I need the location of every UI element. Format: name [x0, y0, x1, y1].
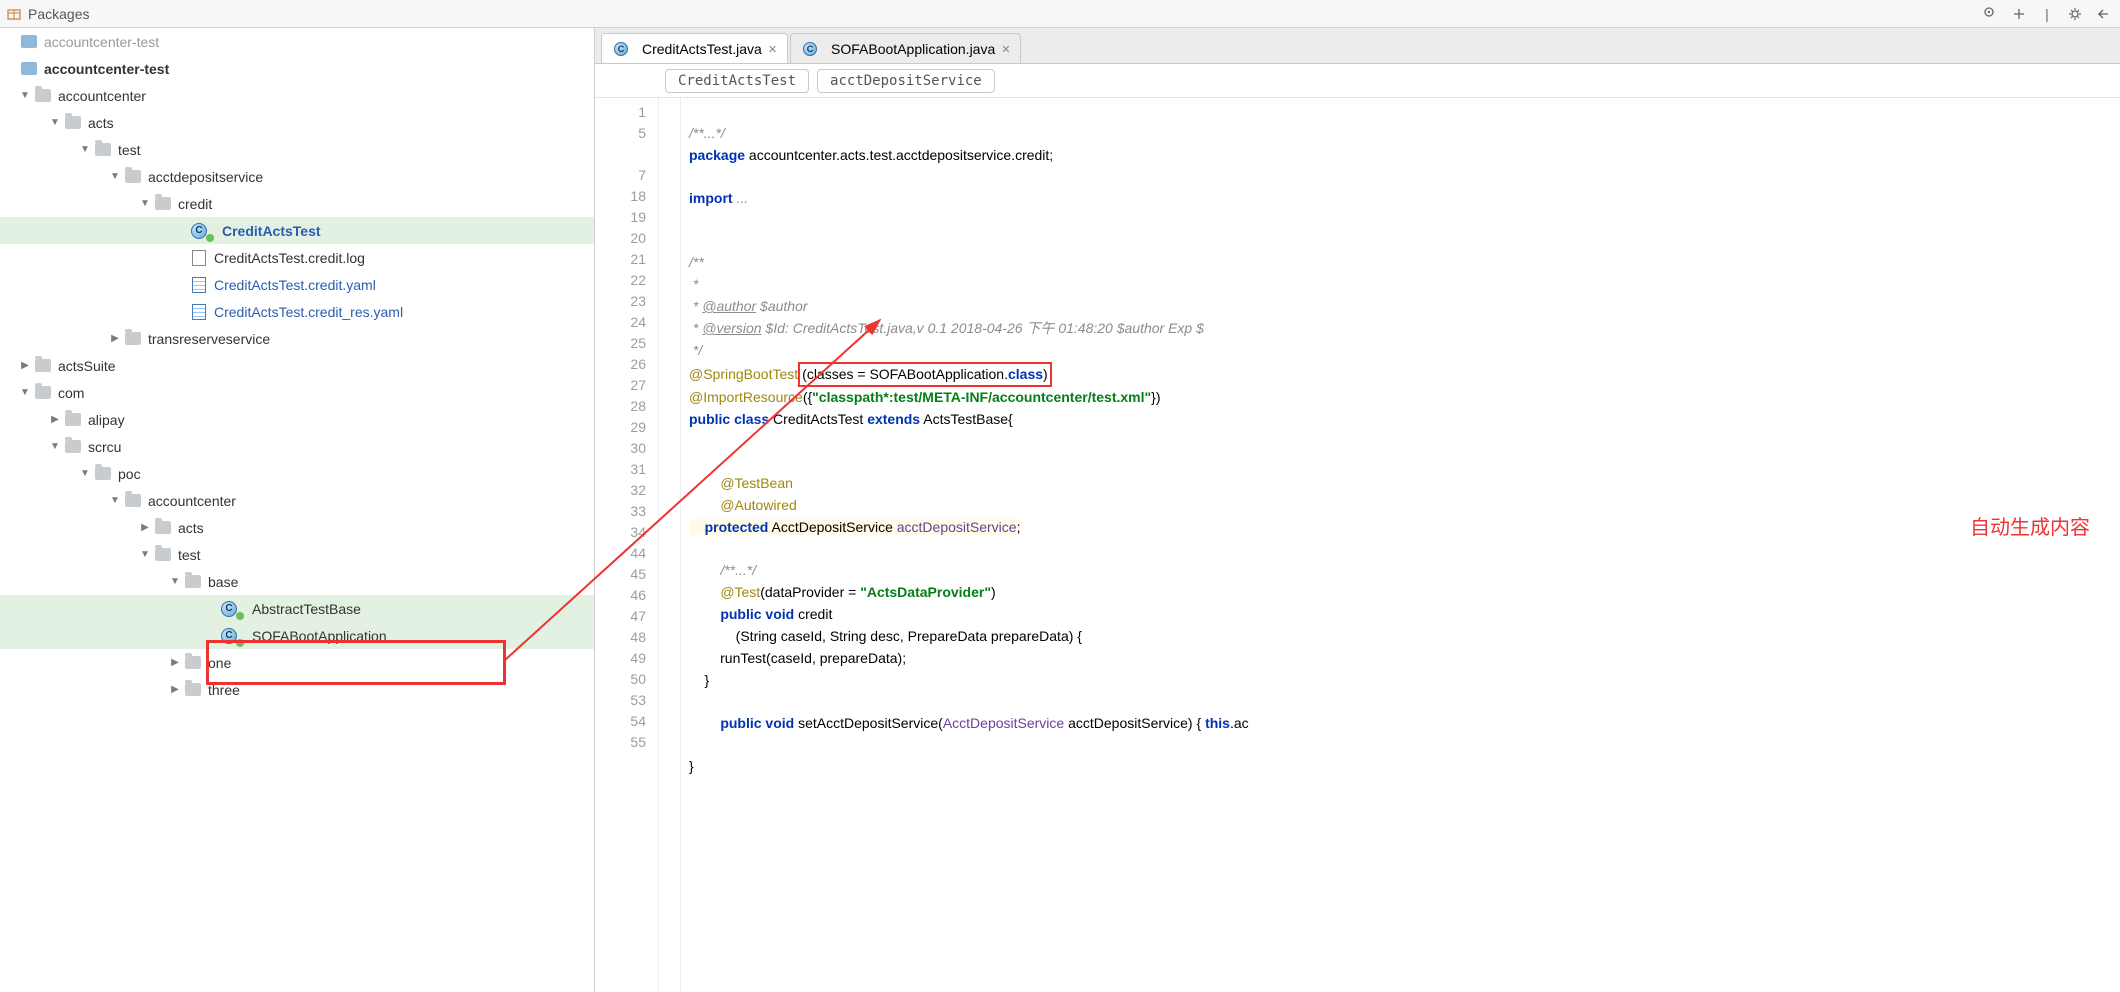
editor-tabs: C CreditActsTest.java ✕ C SOFABootApplic… — [595, 28, 2120, 64]
line-gutter: 1571819202122232425262728293031323334444… — [595, 98, 659, 992]
tree-folder[interactable]: ▶one — [0, 649, 594, 676]
tree-folder[interactable]: ▶transreserveservice — [0, 325, 594, 352]
tree-folder[interactable]: ▶alipay — [0, 406, 594, 433]
tree-module[interactable]: accountcenter-test — [0, 28, 594, 55]
tree-folder[interactable]: ▼acts — [0, 109, 594, 136]
tree-folder[interactable]: ▼test — [0, 136, 594, 163]
tree-folder[interactable]: ▶three — [0, 676, 594, 703]
tree-folder[interactable]: ▼test — [0, 541, 594, 568]
tree-folder[interactable]: ▶acts — [0, 514, 594, 541]
run-marker-icon — [236, 612, 244, 620]
tree-class[interactable]: CAbstractTestBase — [0, 595, 594, 622]
tab-label: CreditActsTest.java — [642, 41, 762, 57]
breadcrumb[interactable]: CreditActsTest — [665, 69, 809, 93]
project-tree[interactable]: accountcenter-test accountcenter-test ▼a… — [0, 28, 595, 992]
tree-folder[interactable]: ▶actsSuite — [0, 352, 594, 379]
fold-column — [659, 98, 681, 992]
tree-folder[interactable]: ▼credit — [0, 190, 594, 217]
run-marker-icon — [206, 234, 214, 242]
annotation-note: 自动生成内容 — [1970, 518, 2090, 539]
tab-sofa-boot-application[interactable]: C SOFABootApplication.java ✕ — [790, 33, 1021, 63]
tree-file[interactable]: CreditActsTest.credit_res.yaml — [0, 298, 594, 325]
tree-file[interactable]: CreditActsTest.credit.yaml — [0, 271, 594, 298]
tree-folder[interactable]: ▼poc — [0, 460, 594, 487]
separator-icon: | — [2036, 3, 2058, 25]
settings-icon[interactable] — [2064, 3, 2086, 25]
close-icon[interactable]: ✕ — [768, 43, 777, 56]
package-icon — [6, 6, 22, 22]
main-split: accountcenter-test accountcenter-test ▼a… — [0, 28, 2120, 992]
tree-class[interactable]: CCreditActsTest — [0, 217, 594, 244]
tree-module[interactable]: accountcenter-test — [0, 55, 594, 82]
tree-file[interactable]: CreditActsTest.credit.log — [0, 244, 594, 271]
breadcrumb[interactable]: acctDepositService — [817, 69, 995, 93]
expand-button[interactable] — [2008, 3, 2030, 25]
run-marker-icon — [236, 639, 244, 647]
project-toolbar: Packages | — [0, 0, 2120, 28]
toolbar-title: Packages — [28, 6, 89, 22]
breadcrumb-bar: CreditActsTest acctDepositService — [595, 64, 2120, 98]
tab-label: SOFABootApplication.java — [831, 41, 995, 57]
tree-class-sofa[interactable]: CSOFABootApplication — [0, 622, 594, 649]
tree-folder[interactable]: ▼accountcenter — [0, 82, 594, 109]
code-wrap: 1571819202122232425262728293031323334444… — [595, 98, 2120, 992]
tab-credit-acts-test[interactable]: C CreditActsTest.java ✕ — [601, 33, 788, 63]
tree-folder[interactable]: ▼scrcu — [0, 433, 594, 460]
close-icon[interactable]: ✕ — [1001, 43, 1010, 56]
editor-area: C CreditActsTest.java ✕ C SOFABootApplic… — [595, 28, 2120, 992]
tree-folder[interactable]: ▼acctdepositservice — [0, 163, 594, 190]
tree-folder[interactable]: ▼base — [0, 568, 594, 595]
collapse-button[interactable] — [2092, 3, 2114, 25]
tree-folder[interactable]: ▼accountcenter — [0, 487, 594, 514]
code-editor[interactable]: /**...*/ package accountcenter.acts.test… — [681, 98, 2120, 992]
tree-folder[interactable]: ▼com — [0, 379, 594, 406]
scope-button[interactable] — [1980, 3, 2002, 25]
